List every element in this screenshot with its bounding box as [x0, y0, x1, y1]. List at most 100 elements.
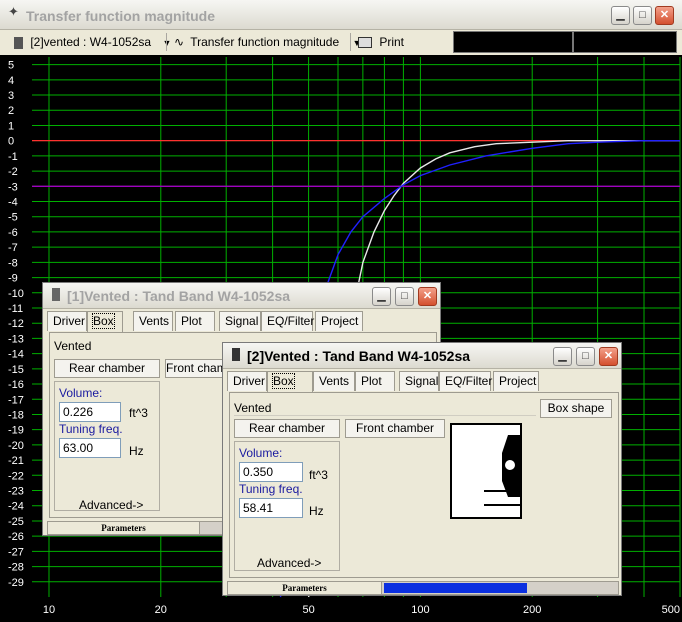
toolbar-divider — [166, 33, 167, 51]
y-tick-label: -28 — [8, 562, 24, 574]
status-readout-right — [573, 31, 677, 53]
box2-tuning-input[interactable]: 58.41 — [239, 498, 303, 518]
box1-volume-input[interactable]: 0.226 — [59, 402, 121, 422]
main-titlebar: ✦ Transfer function magnitude ▁ □ ✕ — [0, 0, 682, 30]
box1-close-button[interactable]: ✕ — [418, 287, 437, 306]
box2-window: [2]Vented : Tand Band W4-1052sa ▁ □ ✕ Dr… — [222, 342, 622, 596]
close-button[interactable]: ✕ — [655, 6, 674, 25]
maximize-button[interactable]: □ — [633, 6, 652, 25]
box1-tab-signal[interactable]: Signal — [219, 311, 261, 331]
y-tick-label: -15 — [8, 364, 24, 376]
box2-tab-signal[interactable]: Signal — [399, 371, 439, 391]
box1-volume-unit: ft^3 — [129, 406, 148, 420]
box2-tab-box[interactable]: Box — [267, 371, 313, 393]
box2-diagram-svg — [484, 435, 520, 506]
box1-tab-driver[interactable]: Driver — [47, 311, 87, 331]
box2-tab-vents[interactable]: Vents — [313, 371, 355, 391]
box1-maximize-button[interactable]: □ — [395, 287, 414, 306]
y-tick-label: -13 — [8, 333, 24, 345]
box1-minimize-button[interactable]: ▁ — [372, 287, 391, 306]
x-tick-label: 200 — [523, 604, 541, 616]
box2-tuning-unit: Hz — [309, 504, 324, 518]
y-tick-label: 2 — [8, 105, 14, 117]
y-tick-label: 1 — [8, 120, 14, 132]
y-tick-label: -19 — [8, 425, 24, 437]
status-readout-left — [453, 31, 573, 53]
box1-tab-strip: Driver Box Vents Plot Signal EQ/Filter P… — [47, 311, 439, 333]
box2-close-button[interactable]: ✕ — [599, 347, 618, 366]
box2-rear-chamber-button[interactable]: Rear chamber — [234, 419, 340, 438]
x-tick-label: 20 — [155, 604, 167, 616]
box1-status-label: Parameters — [48, 522, 200, 534]
box1-advanced-link[interactable]: Advanced-> — [79, 498, 143, 512]
y-tick-label: -22 — [8, 470, 24, 482]
plot-selector-dropdown[interactable]: ∿ Transfer function magnitude ▼ — [170, 32, 365, 52]
plot-selector-label: Transfer function magnitude — [190, 35, 340, 49]
x-tick-label: 10 — [43, 604, 55, 616]
box2-front-chamber-button[interactable]: Front chamber — [345, 419, 445, 438]
main-window-title: Transfer function magnitude — [26, 8, 216, 24]
box1-front-chamber-button[interactable]: Front chamber — [165, 359, 225, 378]
y-tick-label: 4 — [8, 75, 14, 87]
y-tick-label: -10 — [8, 288, 24, 300]
box2-speaker-icon — [232, 348, 240, 361]
box2-maximize-button[interactable]: □ — [576, 347, 595, 366]
y-tick-label: -23 — [8, 486, 24, 498]
y-tick-label: -4 — [8, 197, 18, 209]
y-tick-label: -16 — [8, 379, 24, 391]
y-tick-label: 3 — [8, 90, 14, 102]
y-tick-label: -5 — [8, 212, 18, 224]
box2-progress-bar — [384, 583, 527, 593]
box1-rear-chamber-button[interactable]: Rear chamber — [54, 359, 160, 378]
x-tick-label: 50 — [302, 604, 314, 616]
y-tick-label: -29 — [8, 577, 24, 589]
box-selector-dropdown[interactable]: [2]vented : W4-1052sa ▼ — [10, 32, 175, 52]
y-tick-label: -17 — [8, 394, 24, 406]
box2-enclosure-diagram — [450, 423, 522, 519]
box2-tuning-label: Tuning freq. — [239, 482, 303, 496]
box1-volume-label: Volume: — [59, 386, 103, 400]
main-toolbar: [2]vented : W4-1052sa ▼ ∿ Transfer funct… — [0, 30, 682, 54]
y-tick-label: -25 — [8, 516, 24, 528]
box2-rear-chamber-group: Volume: 0.350 ft^3 Tuning freq. 58.41 Hz… — [234, 441, 340, 571]
box2-box-shape-button[interactable]: Box shape — [540, 399, 612, 418]
box2-tab-panel: Vented Box shape Rear chamber Front cham… — [229, 392, 619, 578]
y-tick-label: -14 — [8, 349, 24, 361]
box2-titlebar: [2]Vented : Tand Band W4-1052sa ▁ □ ✕ — [223, 343, 621, 369]
box1-tab-project[interactable]: Project — [315, 311, 363, 331]
box2-tab-eqfilter[interactable]: EQ/Filter — [439, 371, 492, 391]
box2-volume-input[interactable]: 0.350 — [239, 462, 303, 482]
minimize-button[interactable]: ▁ — [611, 6, 630, 25]
box1-tab-vents[interactable]: Vents — [133, 311, 173, 331]
box2-tab-driver[interactable]: Driver — [227, 371, 267, 391]
print-label: Print — [379, 35, 405, 49]
y-tick-label: -2 — [8, 166, 18, 178]
x-tick-label: 500 — [662, 604, 680, 616]
y-tick-label: -18 — [8, 409, 24, 421]
y-tick-label: -27 — [8, 546, 24, 558]
x-tick-label: 100 — [411, 604, 429, 616]
crosshair-app-icon: ✦ — [8, 4, 19, 19]
box1-tab-eqfilter[interactable]: EQ/Filter — [261, 311, 314, 331]
box1-tuning-input[interactable]: 63.00 — [59, 438, 121, 458]
box2-tab-project[interactable]: Project — [493, 371, 539, 391]
box1-tab-box[interactable]: Box — [87, 311, 123, 333]
printer-icon — [358, 37, 372, 49]
box2-volume-label: Volume: — [239, 446, 283, 460]
y-tick-label: -8 — [8, 257, 18, 269]
y-tick-label: -26 — [8, 531, 24, 543]
box-selector-label: [2]vented : W4-1052sa — [30, 35, 152, 49]
y-tick-label: -11 — [8, 303, 23, 315]
y-tick-label: -3 — [8, 181, 18, 193]
box2-minimize-button[interactable]: ▁ — [553, 347, 572, 366]
box1-speaker-icon — [52, 288, 60, 301]
y-tick-label: -6 — [8, 227, 18, 239]
box2-box-type: Vented — [234, 401, 536, 416]
box1-tab-plot[interactable]: Plot — [175, 311, 215, 331]
box2-tab-plot[interactable]: Plot — [355, 371, 395, 391]
print-button[interactable]: Print — [354, 32, 408, 52]
toolbar-divider — [350, 33, 351, 51]
y-tick-label: -7 — [8, 242, 18, 254]
box2-status-label: Parameters — [228, 582, 382, 594]
box2-advanced-link[interactable]: Advanced-> — [257, 556, 321, 570]
